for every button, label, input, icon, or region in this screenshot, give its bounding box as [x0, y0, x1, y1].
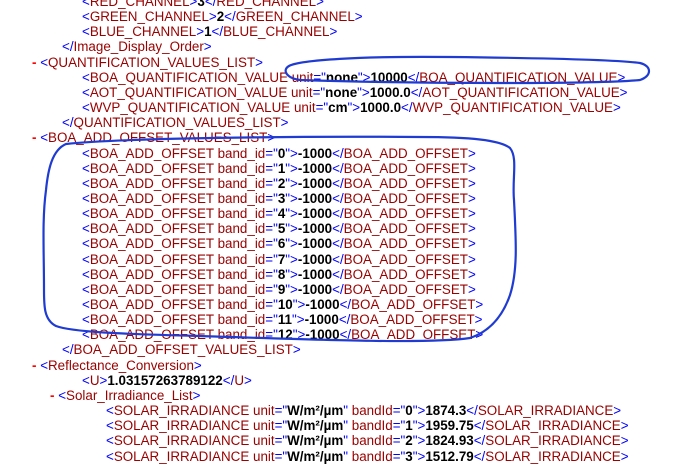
- xml-line-content: <GREEN_CHANNEL>2</GREEN_CHANNEL>: [82, 9, 363, 25]
- xml-line-content: <SOLAR_IRRADIANCE unit="W/m²/µm" bandId=…: [106, 403, 622, 419]
- xml-line-content: <BOA_ADD_OFFSET band_id="6">-1000</BOA_A…: [82, 236, 476, 252]
- xml-line: <BOA_ADD_OFFSET band_id="12">-1000</BOA_…: [82, 327, 483, 342]
- xml-line-content: <BOA_ADD_OFFSET band_id="1">-1000</BOA_A…: [82, 160, 476, 176]
- xml-line: <SOLAR_IRRADIANCE unit="W/m²/µm" bandId=…: [106, 433, 629, 448]
- xml-line-content: <BOA_ADD_OFFSET band_id="11">-1000</BOA_…: [82, 312, 483, 328]
- xml-line-content: <BOA_ADD_OFFSET band_id="8">-1000</BOA_A…: [82, 266, 476, 282]
- xml-line: <WVP_QUANTIFICATION_VALUE unit="cm">1000…: [82, 100, 621, 115]
- xml-line-content: <RED_CHANNEL>3</RED_CHANNEL>: [82, 0, 324, 9]
- xml-line: <BOA_ADD_OFFSET band_id="10">-1000</BOA_…: [82, 297, 483, 312]
- xml-line-content: <Reflectance_Conversion>: [40, 357, 202, 373]
- xml-line: <BOA_QUANTIFICATION_VALUE unit="none">10…: [82, 70, 625, 85]
- xml-line: <BOA_ADD_OFFSET band_id="3">-1000</BOA_A…: [82, 191, 476, 206]
- xml-line-content: <BOA_ADD_OFFSET band_id="2">-1000</BOA_A…: [82, 175, 476, 191]
- xml-line: <SOLAR_IRRADIANCE unit="W/m²/µm" bandId=…: [106, 449, 629, 464]
- xml-line-content: </Image_Display_Order>: [62, 39, 212, 55]
- xml-line: - <Solar_Irradiance_List>: [50, 388, 200, 403]
- xml-line: <BOA_ADD_OFFSET band_id="0">-1000</BOA_A…: [82, 146, 476, 161]
- xml-line: <BOA_ADD_OFFSET band_id="11">-1000</BOA_…: [82, 312, 482, 327]
- xml-line-content: <AOT_QUANTIFICATION_VALUE unit="none">10…: [82, 84, 628, 100]
- xml-line-content: <BOA_ADD_OFFSET band_id="12">-1000</BOA_…: [82, 327, 484, 343]
- xml-line: <BOA_ADD_OFFSET band_id="9">-1000</BOA_A…: [82, 282, 476, 297]
- xml-line: - <QUANTIFICATION_VALUES_LIST>: [32, 55, 263, 70]
- xml-line: <BOA_ADD_OFFSET band_id="1">-1000</BOA_A…: [82, 161, 476, 176]
- xml-line-content: <BOA_ADD_OFFSET band_id="10">-1000</BOA_…: [82, 297, 484, 312]
- xml-line: <U>1.03157263789122</U>: [82, 373, 252, 388]
- xml-line-content: </BOA_ADD_OFFSET_VALUES_LIST>: [62, 342, 301, 358]
- xml-line: - <BOA_ADD_OFFSET_VALUES_LIST>: [32, 130, 275, 145]
- xml-line-content: <WVP_QUANTIFICATION_VALUE unit="cm">1000…: [82, 100, 621, 116]
- xml-line: </BOA_ADD_OFFSET_VALUES_LIST>: [62, 342, 301, 357]
- xml-line-content: <BOA_ADD_OFFSET band_id="5">-1000</BOA_A…: [82, 221, 476, 237]
- xml-line: <BLUE_CHANNEL>1</BLUE_CHANNEL>: [82, 24, 337, 39]
- xml-line-content: <SOLAR_IRRADIANCE unit="W/m²/µm" bandId=…: [106, 448, 629, 464]
- xml-line-content: </QUANTIFICATION_VALUES_LIST>: [62, 115, 289, 131]
- xml-line-content: <U>1.03157263789122</U>: [82, 372, 252, 388]
- xml-line-content: <BOA_ADD_OFFSET band_id="3">-1000</BOA_A…: [82, 190, 476, 206]
- xml-line-content: <BLUE_CHANNEL>1</BLUE_CHANNEL>: [82, 24, 338, 40]
- xml-line: </QUANTIFICATION_VALUES_LIST>: [62, 115, 288, 130]
- xml-line-content: <BOA_ADD_OFFSET band_id="7">-1000</BOA_A…: [82, 251, 476, 267]
- xml-line: <BOA_ADD_OFFSET band_id="5">-1000</BOA_A…: [82, 221, 476, 236]
- xml-line-content: <BOA_ADD_OFFSET band_id="9">-1000</BOA_A…: [82, 281, 476, 297]
- xml-line: <GREEN_CHANNEL>2</GREEN_CHANNEL>: [82, 9, 363, 24]
- xml-line-content: <QUANTIFICATION_VALUES_LIST>: [40, 54, 263, 70]
- xml-line-content: <Solar_Irradiance_List>: [58, 387, 201, 403]
- xml-line-content: <BOA_ADD_OFFSET band_id="0">-1000</BOA_A…: [82, 145, 476, 161]
- xml-line-content: <BOA_QUANTIFICATION_VALUE unit="none">10…: [82, 69, 626, 85]
- xml-line-content: <SOLAR_IRRADIANCE unit="W/m²/µm" bandId=…: [106, 418, 629, 434]
- xml-line: - <Reflectance_Conversion>: [32, 358, 202, 373]
- xml-line: <BOA_ADD_OFFSET band_id="4">-1000</BOA_A…: [82, 206, 476, 221]
- xml-line: <AOT_QUANTIFICATION_VALUE unit="none">10…: [82, 85, 628, 100]
- xml-line: </Image_Display_Order>: [62, 39, 212, 54]
- xml-line: <BOA_ADD_OFFSET band_id="7">-1000</BOA_A…: [82, 252, 476, 267]
- collapse-toggle[interactable]: -: [50, 388, 58, 403]
- xml-line-content: <BOA_ADD_OFFSET_VALUES_LIST>: [40, 130, 276, 146]
- collapse-toggle[interactable]: -: [32, 130, 40, 145]
- xml-line: <BOA_ADD_OFFSET band_id="6">-1000</BOA_A…: [82, 236, 476, 251]
- xml-line: <BOA_ADD_OFFSET band_id="2">-1000</BOA_A…: [82, 176, 476, 191]
- xml-line: <RED_CHANNEL>3</RED_CHANNEL>: [82, 0, 324, 9]
- xml-line-content: <BOA_ADD_OFFSET band_id="4">-1000</BOA_A…: [82, 206, 476, 222]
- collapse-toggle[interactable]: -: [32, 358, 40, 373]
- xml-line: <SOLAR_IRRADIANCE unit="W/m²/µm" bandId=…: [106, 403, 621, 418]
- xml-line: <SOLAR_IRRADIANCE unit="W/m²/µm" bandId=…: [106, 418, 629, 433]
- xml-line-content: <SOLAR_IRRADIANCE unit="W/m²/µm" bandId=…: [106, 433, 629, 449]
- xml-line: <BOA_ADD_OFFSET band_id="8">-1000</BOA_A…: [82, 267, 476, 282]
- collapse-toggle[interactable]: -: [32, 55, 40, 70]
